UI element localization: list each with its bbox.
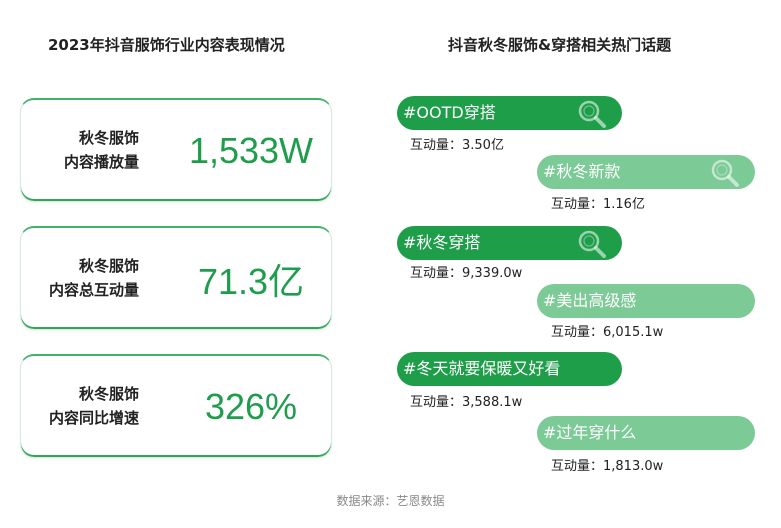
topic-name: #冬天就要保暖又好看 <box>403 359 561 378</box>
topic-name: #美出高级感 <box>543 291 637 310</box>
stat-value: 1,533W <box>188 129 314 171</box>
topic-name: #OOTD穿搭 <box>403 103 496 122</box>
topic-name: #秋冬穿搭 <box>403 233 481 252</box>
topic-name: #过年穿什么 <box>543 423 637 442</box>
stat-label-line1: 秋冬服饰 <box>78 385 139 403</box>
topic-pill-4: #冬天就要保暖又好看 <box>397 352 622 386</box>
topic-count-4: 互动量：3,588.1w <box>410 395 523 410</box>
magnifier-icon <box>711 159 739 187</box>
topic-pill-2: #秋冬穿搭 <box>397 226 622 260</box>
stat-label-line1: 秋冬服饰 <box>78 257 139 275</box>
stat-value: 326% <box>204 385 298 427</box>
topic-count-2: 互动量：9,339.0w <box>410 266 523 281</box>
topic-count-0: 互动量：3.50亿 <box>410 138 504 153</box>
stat-label: 秋冬服饰 内容同比增速 <box>49 382 139 430</box>
topic-count-5: 互动量：1,813.0w <box>551 459 664 474</box>
stat-card-interaction: 秋冬服饰 内容总互动量 71.3亿 <box>20 226 332 330</box>
magnifier-icon <box>578 100 606 128</box>
stat-value: 71.3亿 <box>197 260 305 302</box>
stat-label: 秋冬服饰 内容播放量 <box>64 126 139 174</box>
stat-card-play: 秋冬服饰 内容播放量 1,533W <box>20 98 332 202</box>
right-title: 抖音秋冬服饰&穿搭相关热门话题 <box>448 36 672 54</box>
topic-pill-5: #过年穿什么 <box>537 416 755 450</box>
stat-label-line2: 内容播放量 <box>63 153 139 171</box>
stat-label: 秋冬服饰 内容总互动量 <box>49 254 139 302</box>
data-source: 数据来源：艺恩数据 <box>336 494 445 508</box>
stat-label-line1: 秋冬服饰 <box>78 129 139 147</box>
stat-label-line2: 内容同比增速 <box>48 409 139 427</box>
topic-pill-0: #OOTD穿搭 <box>397 96 622 130</box>
topic-count-1: 互动量：1.16亿 <box>551 197 645 212</box>
left-title: 2023年抖音服饰行业内容表现情况 <box>48 36 285 54</box>
topic-pill-1: #秋冬新款 <box>537 155 755 189</box>
magnifier-icon <box>578 230 606 258</box>
stat-card-growth: 秋冬服饰 内容同比增速 326% <box>20 354 332 458</box>
topic-pill-3: #美出高级感 <box>537 284 755 318</box>
topic-name: #秋冬新款 <box>543 162 621 181</box>
topic-count-3: 互动量：6,015.1w <box>551 325 664 340</box>
stat-label-line2: 内容总互动量 <box>48 281 139 299</box>
